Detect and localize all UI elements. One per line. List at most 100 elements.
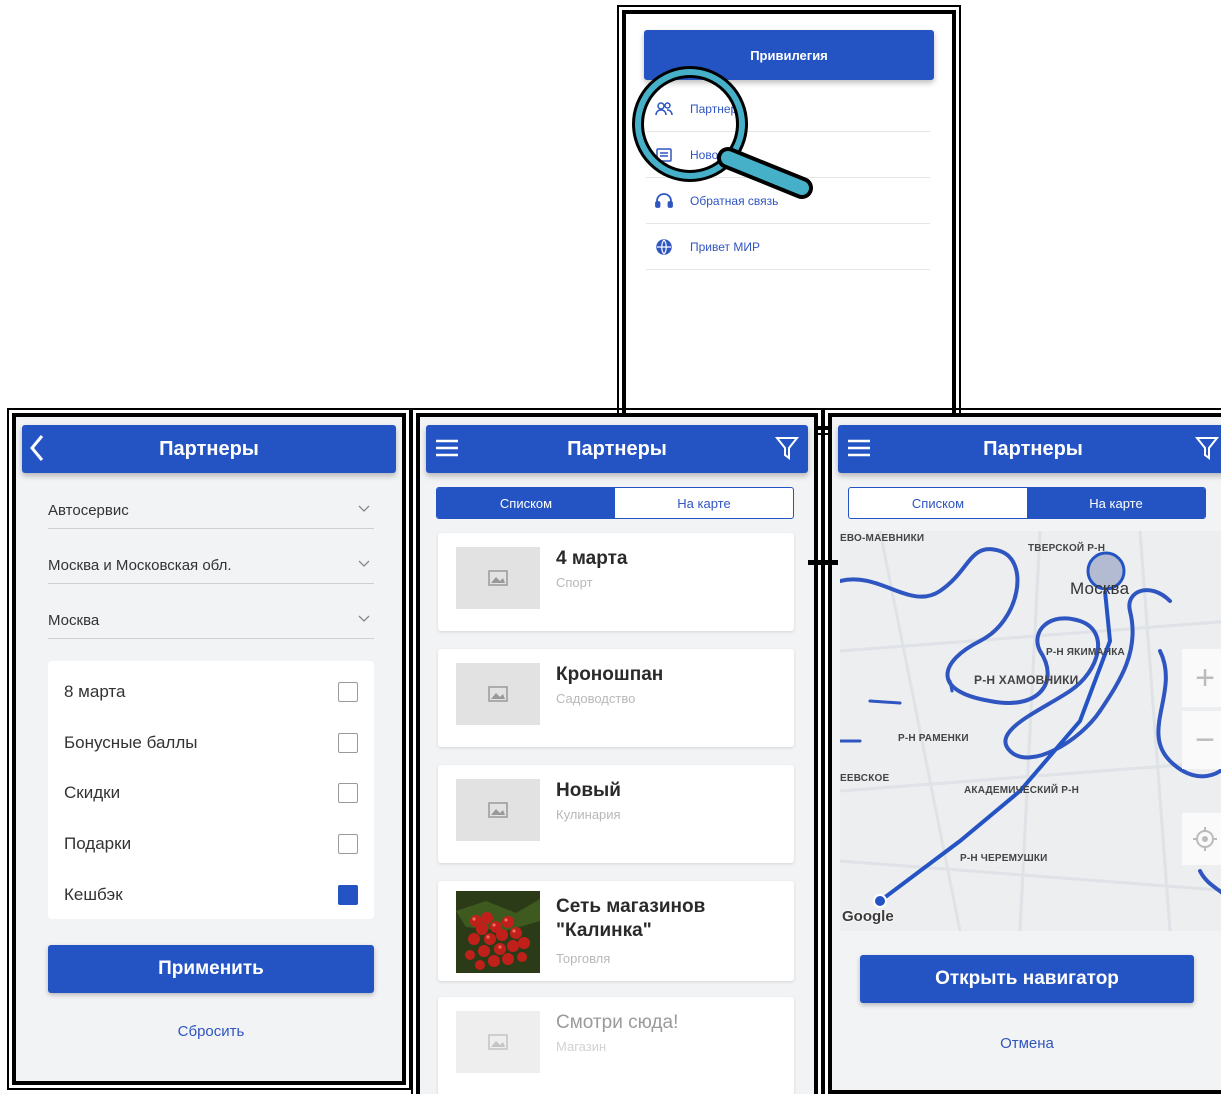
list-header: Партнеры: [426, 425, 808, 473]
menu-header-title: Привилегия: [750, 47, 828, 63]
list-item[interactable]: Кроношпан Садоводство: [438, 649, 794, 747]
menu-item-label: Партнеры: [690, 101, 746, 116]
filter-icon[interactable]: [1194, 433, 1220, 463]
dropdown-value: Москва и Московская обл.: [48, 557, 232, 574]
category-dropdown[interactable]: Автосервис: [48, 493, 374, 529]
tab-list[interactable]: Списком: [849, 488, 1027, 518]
menu-list: Партнеры Новости Обратная связь Привет М…: [646, 86, 930, 270]
list-item[interactable]: Сеть магазинов "Калинка" Торговля: [438, 881, 794, 981]
map-label: Р-Н ЯКИМАНКА: [1046, 647, 1125, 658]
chevron-down-icon: [358, 505, 370, 512]
location-target-icon: [1193, 827, 1217, 851]
headset-icon: [655, 192, 673, 208]
partners-list-screen: Партнеры Списком На карте 4 марта Спорт …: [411, 408, 823, 1094]
map-label-city: Москва: [1070, 579, 1130, 598]
menu-screen: Привилегия Партнеры Новости Обратная свя…: [617, 5, 961, 435]
hamburger-menu-icon[interactable]: [434, 433, 460, 463]
check-row-cashback[interactable]: Кешбэк: [64, 869, 358, 920]
checkbox-checked[interactable]: [338, 884, 358, 905]
globe-icon: [656, 238, 672, 255]
list-item[interactable]: 4 марта Спорт: [438, 533, 794, 631]
filter-icon[interactable]: [774, 433, 800, 463]
menu-item-partners[interactable]: Партнеры: [646, 86, 930, 132]
check-label: Скидки: [64, 783, 121, 803]
map-header-title: Партнеры: [983, 437, 1083, 460]
image-placeholder-icon: [456, 779, 540, 841]
item-title: Смотри сюда!: [556, 1012, 679, 1033]
filter-header: Партнеры: [22, 425, 396, 473]
connector-line: [808, 560, 838, 565]
item-category: Магазин: [556, 1039, 607, 1054]
list-item[interactable]: Смотри сюда! Магазин: [438, 997, 794, 1094]
map-label: Р-Н РАМЕНКИ: [898, 733, 969, 744]
menu-item-news[interactable]: Новости: [646, 132, 930, 178]
item-category: Кулинария: [556, 807, 621, 822]
image-placeholder-icon: [456, 663, 540, 725]
google-logo: Google: [842, 908, 894, 925]
item-title: Новый: [556, 780, 621, 801]
check-label: 8 марта: [64, 682, 126, 702]
dropdown-value: Москва: [48, 612, 100, 629]
menu-item-feedback[interactable]: Обратная связь: [646, 178, 930, 224]
map-view[interactable]: ЕВО-МАЕВНИКИ ТВЕРСКОЙ Р-Н Москва Р-Н ЯКИ…: [840, 531, 1221, 931]
tab-list[interactable]: Списком: [437, 488, 615, 518]
offer-type-list: 8 марта Бонусные баллы Скидки Подарки Ке…: [48, 661, 374, 919]
region-dropdown[interactable]: Москва и Московская обл.: [48, 548, 374, 584]
tab-map[interactable]: На карте: [1027, 488, 1205, 518]
cancel-link[interactable]: Отмена: [860, 1035, 1194, 1052]
check-row-bonus[interactable]: Бонусные баллы: [64, 718, 358, 769]
filter-header-title: Партнеры: [159, 437, 259, 460]
check-label: Кешбэк: [64, 884, 123, 904]
menu-item-label: Привет МИР: [690, 239, 760, 254]
check-row-march8[interactable]: 8 марта: [64, 667, 358, 718]
berries-photo: [456, 891, 540, 973]
back-icon[interactable]: [30, 433, 44, 463]
check-row-gifts[interactable]: Подарки: [64, 819, 358, 870]
chevron-down-icon: [358, 560, 370, 567]
news-icon: [656, 147, 672, 162]
item-title: Сеть магазинов "Калинка": [556, 896, 706, 941]
menu-header: Привилегия: [644, 30, 934, 80]
item-category: Спорт: [556, 575, 593, 590]
image-placeholder-icon: [456, 547, 540, 609]
map-label: ЕЕВСКОЕ: [840, 773, 890, 784]
item-title: Кроношпан: [556, 664, 664, 685]
check-row-discounts[interactable]: Скидки: [64, 768, 358, 819]
open-navigator-button[interactable]: Открыть навигатор: [860, 955, 1194, 1003]
chevron-down-icon: [358, 615, 370, 622]
map-label: Р-Н ХАМОВНИКИ: [974, 673, 1079, 687]
map-label: ЕВО-МАЕВНИКИ: [840, 533, 925, 544]
menu-item-label: Обратная связь: [690, 193, 779, 208]
map-roads: [840, 531, 1221, 931]
list-item[interactable]: Новый Кулинария: [438, 765, 794, 863]
apply-button[interactable]: Применить: [48, 945, 374, 993]
check-label: Подарки: [64, 834, 132, 854]
view-toggle: Списком На карте: [848, 487, 1206, 519]
dropdown-value: Автосервис: [48, 502, 129, 519]
tab-map[interactable]: На карте: [615, 488, 793, 518]
hamburger-menu-icon[interactable]: [846, 433, 872, 463]
reset-link[interactable]: Сбросить: [48, 1023, 374, 1040]
zoom-out-button[interactable]: −: [1182, 711, 1221, 769]
people-icon: [655, 101, 673, 115]
checkbox[interactable]: [338, 834, 358, 855]
check-label: Бонусные баллы: [64, 732, 198, 752]
my-location-button[interactable]: [1182, 813, 1221, 865]
map-header: Партнеры: [838, 425, 1221, 473]
filter-screen: Партнеры Автосервис Москва и Московская …: [7, 408, 411, 1090]
zoom-in-button[interactable]: +: [1182, 649, 1221, 707]
item-category: Торговля: [556, 951, 611, 966]
checkbox[interactable]: [338, 732, 358, 753]
item-title: 4 марта: [556, 548, 628, 569]
image-placeholder-icon: [456, 1011, 540, 1073]
map-label: АКАДЕМИЧЕСКИЙ Р-Н: [964, 785, 1080, 796]
checkbox[interactable]: [338, 783, 358, 804]
checkbox[interactable]: [338, 682, 358, 703]
menu-item-mir[interactable]: Привет МИР: [646, 224, 930, 270]
city-dropdown[interactable]: Москва: [48, 603, 374, 639]
view-toggle: Списком На карте: [436, 487, 794, 519]
item-category: Садоводство: [556, 691, 636, 706]
map-label: Р-Н ЧЕРЕМУШКИ: [960, 853, 1048, 864]
partners-map-screen: Партнеры Списком На карте ЕВО-МАЕВНИКИ Т…: [823, 408, 1221, 1094]
list-header-title: Партнеры: [567, 437, 667, 460]
